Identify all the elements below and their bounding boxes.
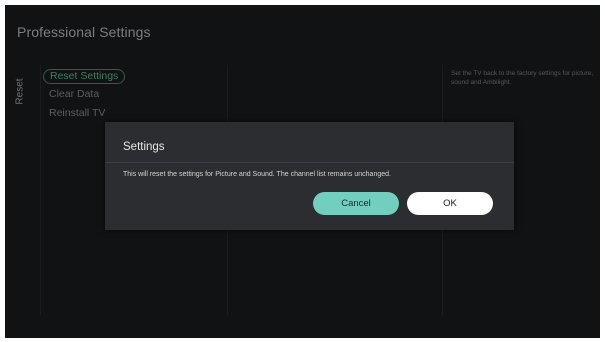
menu-item-clear-data[interactable]: Clear Data [43, 86, 125, 103]
column-divider-1 [40, 65, 41, 315]
page-title: Professional Settings [17, 24, 151, 40]
side-tab-reset[interactable]: Reset [12, 71, 28, 111]
cancel-button[interactable]: Cancel [313, 192, 399, 215]
info-description: Set the TV back to the factory settings … [451, 70, 594, 86]
side-tab-label: Reset [14, 77, 26, 105]
menu-item-reset-settings[interactable]: Reset Settings [43, 69, 126, 84]
dialog-title: Settings [123, 141, 165, 153]
dialog-message: This will reset the settings for Picture… [123, 171, 391, 178]
ok-button[interactable]: OK [407, 192, 493, 215]
reset-menu: Reset Settings Clear Data Reinstall TV [43, 66, 126, 124]
dialog-divider [105, 162, 514, 163]
settings-dialog: Settings This will reset the settings fo… [105, 122, 514, 230]
menu-item-reinstall-tv[interactable]: Reinstall TV [43, 105, 125, 122]
tv-screen: Professional Settings Reset Reset Settin… [5, 5, 600, 338]
